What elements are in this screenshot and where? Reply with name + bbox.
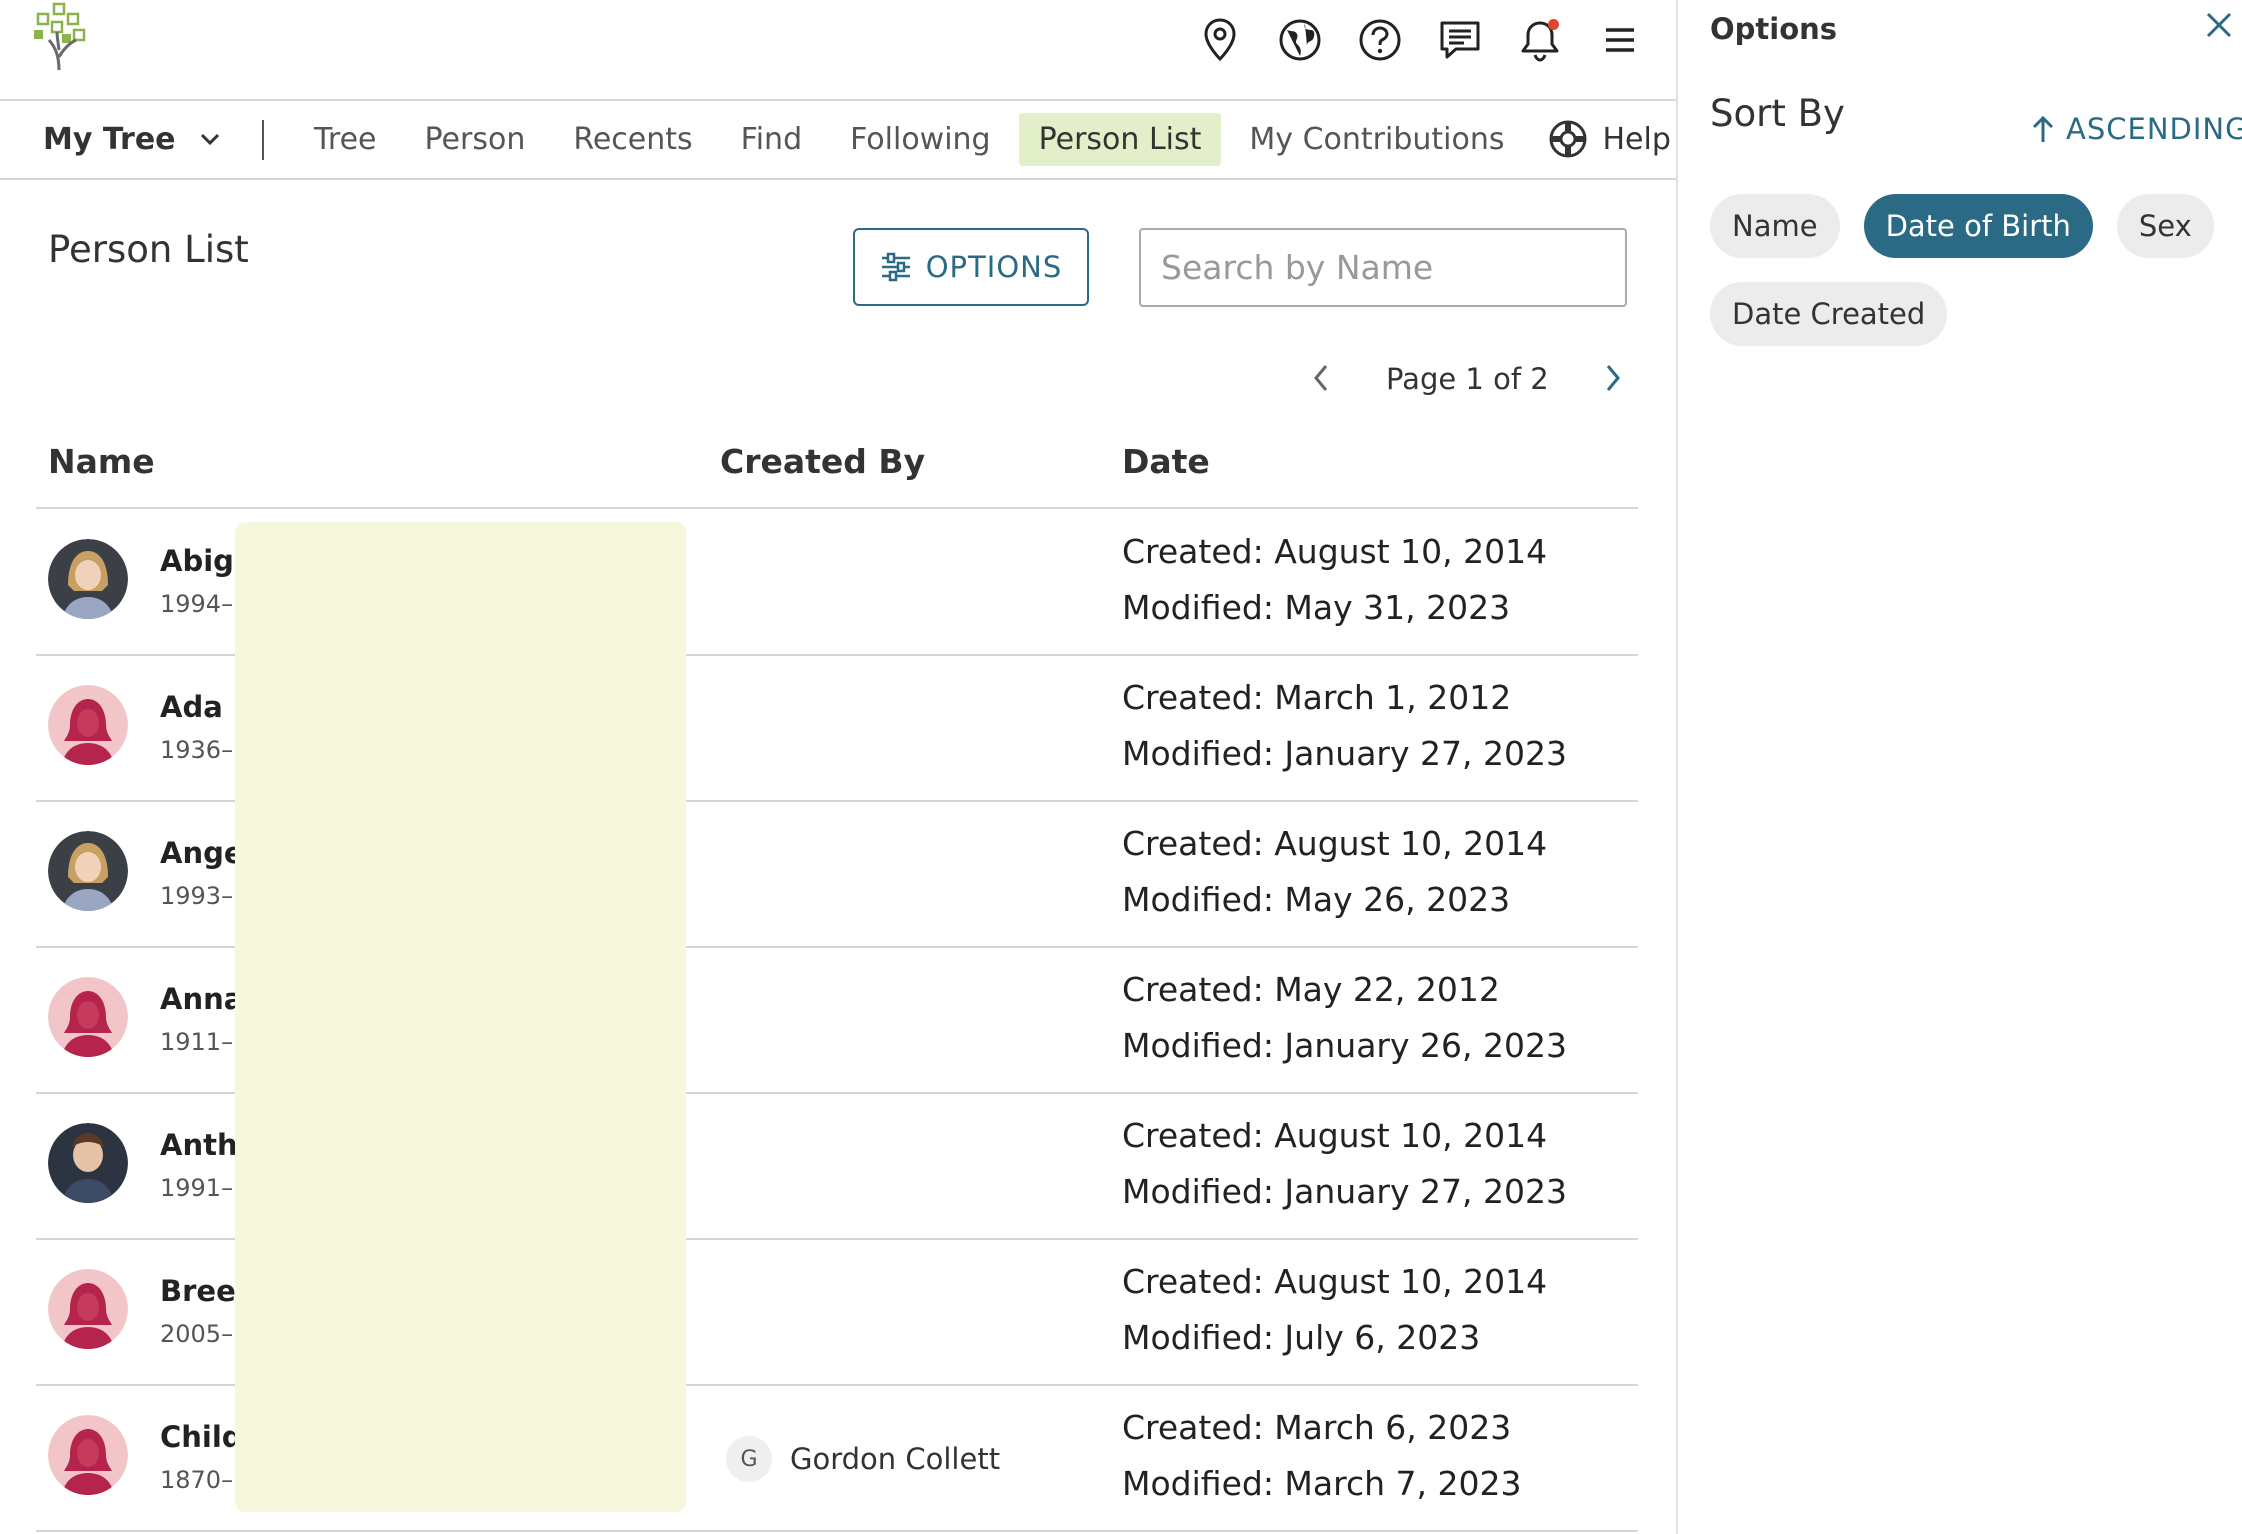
previous-page-button[interactable] [1308,360,1332,400]
close-options-button[interactable] [2204,10,2234,44]
redacted-region [235,522,686,1512]
chevron-down-icon [200,133,219,146]
date-modified: Modified: May 26, 2023 [1122,880,1511,919]
options-button[interactable]: OPTIONS [853,228,1089,306]
column-header-created-by[interactable]: Created By [720,442,925,481]
contributor-name: Gordon Collett [790,1442,1001,1476]
person-name[interactable]: Ange [160,836,244,870]
nav-tab-person-list[interactable]: Person List [1018,112,1222,166]
search-by-name-input[interactable] [1139,228,1627,307]
my-tree-menu[interactable]: My Tree [43,100,222,178]
sliders-icon [881,252,910,282]
lifebuoy-icon [1549,120,1587,158]
table-header-divider [36,507,1638,509]
person-avatar[interactable] [48,539,128,619]
person-lifespan: 1936– [160,736,234,764]
tree-navigation: My Tree Tree Person Recents Find Followi… [0,100,1676,180]
familysearch-logo-icon[interactable] [32,2,90,76]
nav-tab-person[interactable]: Person [405,113,546,166]
person-avatar[interactable] [48,1415,128,1495]
date-modified: Modified: January 27, 2023 [1122,1172,1567,1211]
main-content: My Tree Tree Person Recents Find Followi… [0,0,1676,1534]
sort-chip-date-created[interactable]: Date Created [1710,282,1948,346]
person-avatar[interactable] [48,977,128,1057]
person-lifespan: 1993– [160,882,234,910]
person-name[interactable]: Bree [160,1274,236,1308]
person-lifespan: 2005– [160,1320,234,1348]
column-header-date[interactable]: Date [1122,442,1210,481]
person-avatar[interactable] [48,1269,128,1349]
date-created: Created: May 22, 2012 [1122,970,1500,1009]
person-name[interactable]: Anth [160,1128,238,1162]
person-avatar[interactable] [48,685,128,765]
close-icon [2206,12,2232,38]
person-name[interactable]: Ada I [160,690,244,724]
my-tree-label: My Tree [43,121,176,157]
sort-chip-sex[interactable]: Sex [2116,194,2214,258]
person-lifespan: 1994– [160,590,234,618]
person-avatar[interactable] [48,1123,128,1203]
sort-options: Name Date of Birth Sex Date Created [1710,194,2230,346]
bell-icon[interactable] [1514,14,1566,66]
created-by[interactable]: G Gordon Collett [726,1436,1000,1482]
pagination: Page 1 of 2 [1300,360,1640,400]
help-icon[interactable] [1354,14,1406,66]
date-created: Created: August 10, 2014 [1122,1262,1548,1301]
sort-chip-date-of-birth[interactable]: Date of Birth [1863,194,2093,258]
page-title: Person List [48,228,249,271]
page-indicator: Page 1 of 2 [1386,362,1549,396]
nav-divider [262,120,264,160]
options-panel: Options Sort By ASCENDING Name Date of Bi… [1676,0,2242,1534]
chat-icon[interactable] [1434,14,1486,66]
nav-tab-tree[interactable]: Tree [294,113,397,166]
notification-dot [1548,19,1559,30]
nav-tab-my-contributions[interactable]: My Contributions [1229,113,1524,166]
contributor-initial-avatar: G [726,1436,772,1482]
options-panel-title: Options [1710,12,1838,46]
sort-by-heading: Sort By [1710,92,1845,135]
help-others-label: Help Others [1602,121,1676,157]
date-created: Created: August 10, 2014 [1122,532,1548,571]
chevron-left-icon [1314,365,1328,391]
menu-icon[interactable] [1594,14,1646,66]
date-created: Created: August 10, 2014 [1122,1116,1548,1155]
globe-icon[interactable] [1274,14,1326,66]
date-modified: Modified: March 7, 2023 [1122,1464,1522,1503]
date-modified: Modified: July 6, 2023 [1122,1318,1481,1357]
nav-tab-following[interactable]: Following [830,113,1011,166]
person-lifespan: 1911– [160,1028,234,1056]
date-modified: Modified: January 27, 2023 [1122,734,1567,773]
nav-tab-find[interactable]: Find [721,113,822,166]
top-bar [0,0,1676,101]
date-modified: Modified: January 26, 2023 [1122,1026,1567,1065]
sort-direction-label: ASCENDING [2066,112,2242,146]
sort-direction-toggle[interactable]: ASCENDING [2030,112,2242,146]
next-page-button[interactable] [1602,360,1626,400]
chevron-right-icon [1606,365,1620,391]
column-header-name[interactable]: Name [48,442,155,481]
person-name[interactable]: Child [160,1420,243,1454]
map-pin-icon[interactable] [1194,14,1246,66]
person-name[interactable]: Anna [160,982,243,1016]
options-button-label: OPTIONS [925,250,1063,284]
person-avatar[interactable] [48,831,128,911]
person-lifespan: 1991– [160,1174,234,1202]
date-created: Created: August 10, 2014 [1122,824,1548,863]
sort-chip-name[interactable]: Name [1710,194,1840,258]
arrow-up-icon [2032,115,2054,142]
date-created: Created: March 6, 2023 [1122,1408,1512,1447]
date-modified: Modified: May 31, 2023 [1122,588,1511,627]
date-created: Created: March 1, 2012 [1122,678,1512,717]
person-lifespan: 1870– [160,1466,234,1494]
nav-tab-recents[interactable]: Recents [553,113,712,166]
help-others-link[interactable]: Help Others [1532,119,1676,159]
